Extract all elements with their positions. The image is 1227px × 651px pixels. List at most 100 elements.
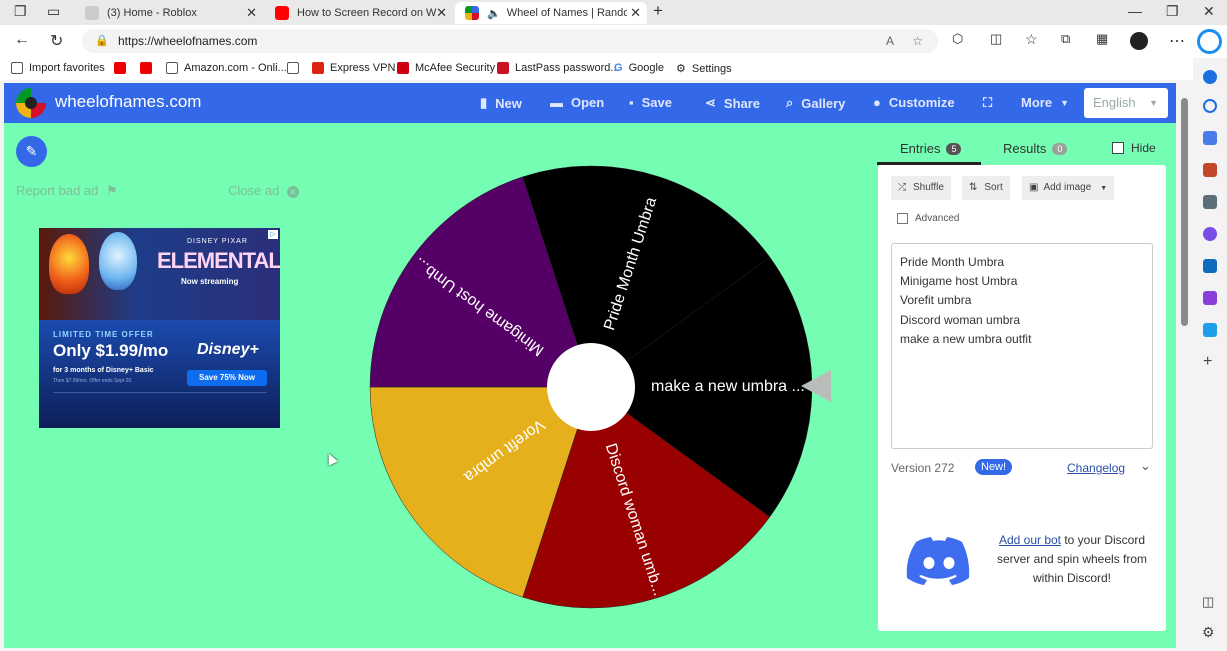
tab-screen-record[interactable]: How to Screen Record on Windo ✕ <box>265 2 453 24</box>
bookmark-amazon[interactable]: Amazon.com - Onli... <box>166 62 287 74</box>
chevron-down-icon[interactable]: ⌄ <box>1140 458 1151 474</box>
refresh-icon[interactable]: ↻ <box>50 31 63 51</box>
apps-icon[interactable]: ▦ <box>1096 31 1108 47</box>
flag-icon: ⚑ <box>106 183 118 198</box>
site-logo[interactable] <box>16 88 46 118</box>
notifications-icon[interactable] <box>1203 70 1217 84</box>
tab-roblox[interactable]: (3) Home - Roblox ✕ <box>75 2 263 24</box>
lock-icon[interactable]: 🔒 <box>95 29 109 53</box>
workspaces-icon[interactable]: ❐ <box>14 3 27 20</box>
close-tab-icon[interactable]: ✕ <box>436 5 447 21</box>
tools-icon[interactable] <box>1203 163 1217 177</box>
sidebar-settings-icon[interactable]: ⚙ <box>1202 624 1215 641</box>
sidebar-panel-icon[interactable]: ◫ <box>1202 594 1214 610</box>
disney-plus-ad[interactable]: ▷ DISNEY PIXAR ELEMENTAL Now streaming L… <box>39 228 280 428</box>
more-menu-icon[interactable]: ⋯ <box>1169 31 1185 51</box>
tab-wheel-of-names[interactable]: 🔈 Wheel of Names | Random ✕ <box>455 2 647 24</box>
ember-character-icon <box>49 234 89 294</box>
bookmark-label: McAfee Security <box>415 62 496 74</box>
microsoft-365-icon[interactable] <box>1203 227 1217 241</box>
window-close-icon[interactable]: ✕ <box>1203 3 1215 20</box>
ad-cta-button[interactable]: Save 75% Now <box>187 370 267 386</box>
minimize-icon[interactable]: — <box>1128 3 1142 19</box>
discord-text-1: to your Discord <box>1061 533 1146 547</box>
bookmark-import-favorites[interactable]: Import favorites <box>11 62 105 74</box>
tab-results[interactable]: Results 0 <box>1003 141 1068 156</box>
new-badge: New! <box>975 459 1013 475</box>
shopping-icon[interactable] <box>1203 131 1217 145</box>
share-button[interactable]: ⋖ Share <box>705 95 760 111</box>
sort-button[interactable]: ⇅ Sort <box>962 176 1010 200</box>
add-our-bot-link[interactable]: Add our bot <box>999 533 1061 547</box>
browser-tab-strip: ❐ ▭ (3) Home - Roblox ✕ How to Screen Re… <box>0 0 1227 25</box>
palette-icon: ● <box>873 95 881 110</box>
add-image-button[interactable]: ▣ Add image ▼ <box>1022 176 1115 200</box>
extensions-icon[interactable]: ⬡ <box>952 31 963 47</box>
new-tab-icon[interactable]: + <box>653 1 663 21</box>
spinning-wheel[interactable]: Pride Month Umbramake a new umbra ...Dis… <box>368 164 814 610</box>
page-bookmark-icon[interactable] <box>287 62 305 74</box>
back-icon[interactable]: ← <box>14 31 30 49</box>
new-file-icon: ▮ <box>480 95 488 110</box>
tab-entries[interactable]: Entries 5 <box>900 141 962 156</box>
open-button[interactable]: ▬ Open <box>550 95 604 110</box>
advanced-toggle[interactable]: Advanced <box>897 213 959 224</box>
hide-checkbox[interactable] <box>1112 142 1124 154</box>
wheel-of-names-page: wheelofnames.com ▮ New ▬ Open ▪ Save ⋖ Share… <box>4 83 1176 648</box>
games-icon[interactable] <box>1203 195 1217 209</box>
hide-toggle[interactable]: Hide <box>1112 141 1156 155</box>
page-icon <box>166 62 178 74</box>
report-ad-link[interactable]: Report bad ad ⚑ <box>16 183 118 199</box>
customize-button[interactable]: ● Customize <box>873 95 955 110</box>
maximize-icon[interactable]: ❐ <box>1166 3 1179 20</box>
shuffle-button[interactable]: ⤮ Shuffle <box>891 176 951 200</box>
youtube-bookmark-icon[interactable] <box>114 62 132 74</box>
bing-copilot-icon[interactable] <box>1197 29 1222 54</box>
drop-icon[interactable] <box>1203 323 1217 337</box>
youtube-bookmark-icon[interactable] <box>140 62 158 74</box>
bookmark-settings[interactable]: ⚙ Settings <box>676 62 732 76</box>
site-name[interactable]: wheelofnames.com <box>55 92 201 112</box>
entries-textarea[interactable]: Pride Month Umbra Minigame host Umbra Vo… <box>891 243 1153 449</box>
favorites-icon[interactable]: ☆ <box>1025 31 1038 48</box>
bookmark-google[interactable]: G Google <box>614 62 664 74</box>
page-scrollbar[interactable] <box>1181 98 1188 326</box>
collections-icon[interactable]: ⧉ <box>1061 31 1070 47</box>
outlook-icon[interactable] <box>1203 259 1217 273</box>
language-select[interactable]: English ▼ <box>1084 88 1168 118</box>
add-sidebar-app-icon[interactable]: + <box>1203 353 1212 371</box>
address-bar-row: ← ↻ 🔒 https://wheelofnames.com A ☆ ⬡ ◫ ☆… <box>0 25 1227 58</box>
designer-icon[interactable] <box>1203 291 1217 305</box>
url-field[interactable]: 🔒 https://wheelofnames.com A ☆ <box>82 29 938 53</box>
fullscreen-button[interactable]: ⛶ <box>983 95 992 111</box>
advanced-checkbox[interactable] <box>897 213 908 224</box>
bookmark-express-vpn[interactable]: Express VPN <box>312 62 395 74</box>
read-aloud-icon[interactable]: A <box>886 29 894 53</box>
close-tab-icon[interactable]: ✕ <box>630 5 641 21</box>
ad-fine-print <box>53 392 267 420</box>
changelog-link[interactable]: Changelog <box>1067 461 1125 475</box>
split-screen-icon[interactable]: ◫ <box>990 31 1002 47</box>
add-image-label: Add image <box>1043 182 1092 193</box>
new-button[interactable]: ▮ New <box>480 95 522 111</box>
close-ad-link[interactable]: Close ad ✕ <box>228 183 299 198</box>
lastpass-icon <box>497 62 509 74</box>
bookmark-lastpass[interactable]: LastPass password... <box>497 62 620 74</box>
wheel-center-hub[interactable] <box>547 343 635 431</box>
profile-avatar[interactable] <box>1130 32 1148 50</box>
search-icon[interactable] <box>1203 99 1217 113</box>
tab-actions-icon[interactable]: ▭ <box>47 3 60 20</box>
save-button[interactable]: ▪ Save <box>629 95 672 110</box>
favorite-star-icon[interactable]: ☆ <box>912 29 923 53</box>
image-icon: ▣ <box>1029 182 1039 193</box>
gallery-button[interactable]: ⌕ Gallery <box>786 95 845 111</box>
import-icon <box>11 62 23 74</box>
bookmark-mcafee[interactable]: McAfee Security <box>397 62 495 74</box>
speaker-icon[interactable]: 🔈 <box>487 7 501 20</box>
close-tab-icon[interactable]: ✕ <box>246 5 257 21</box>
edge-sidebar: + ◫ ⚙ <box>1193 58 1227 651</box>
adchoices-icon[interactable]: ▷ <box>268 230 278 239</box>
more-button[interactable]: More ▼ <box>1021 95 1069 110</box>
edit-pencil-button[interactable]: ✎ <box>16 136 47 167</box>
results-count-badge: 0 <box>1052 142 1068 155</box>
